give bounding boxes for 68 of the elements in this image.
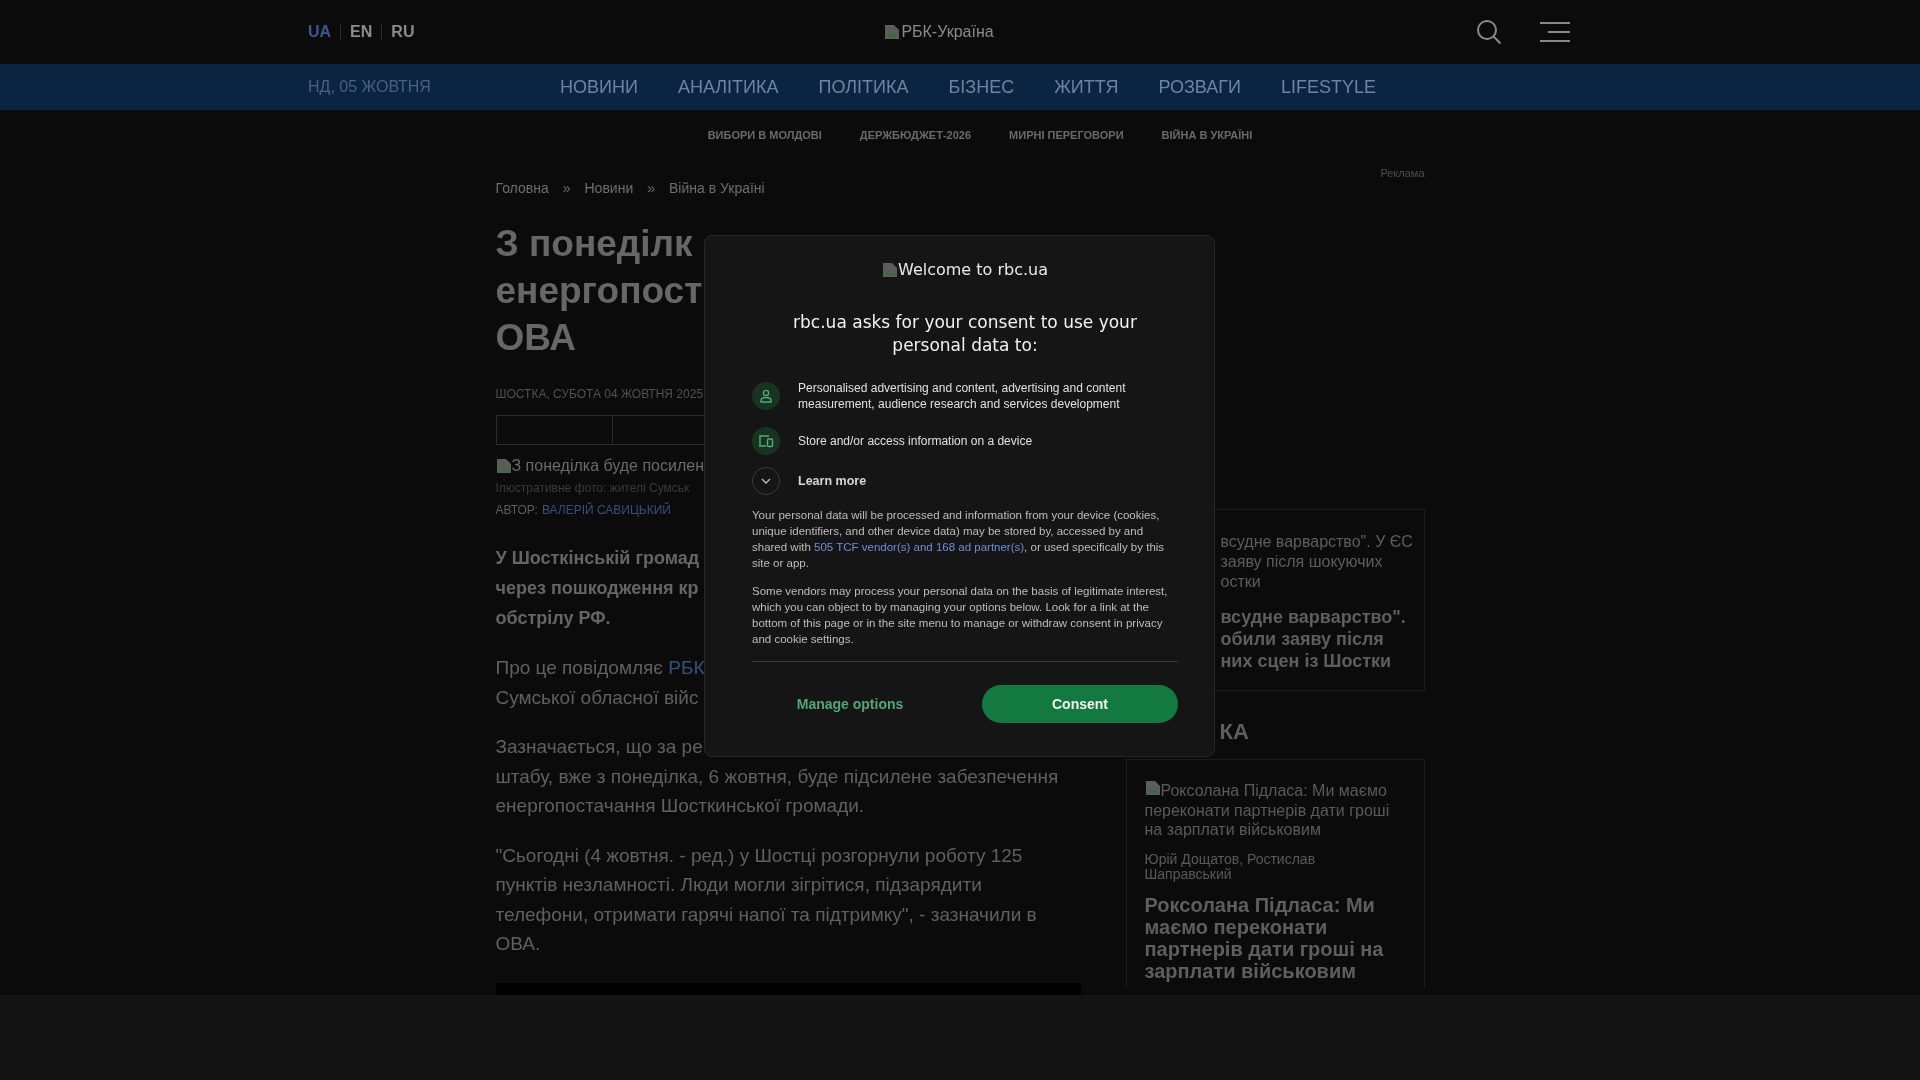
article-meta: ШОСТКА, СУБОТА 04 ЖОВТНЯ 2025 xyxy=(495,387,704,401)
person-icon xyxy=(752,382,780,410)
card-title: всудне варварство". xyxy=(1220,606,1407,628)
article-text: "Сьогодні (4 жовтня. - ред.) у Шостці розгорнули роботу 125 xyxy=(495,843,1023,868)
topic-tag[interactable]: МИРНІ ПЕРЕГОВОРИ xyxy=(1009,129,1124,141)
nav-link[interactable]: НОВИНИ xyxy=(560,76,638,98)
dialog-title: rbc.ua asks for your consent to use your personal data to: xyxy=(792,311,1138,357)
image-alt-text: Роксолана Підласа: Ми маємо переконати партнерів дати гроші на зарплати військовим xyxy=(1144,780,1391,840)
search-icon[interactable] xyxy=(1476,19,1502,45)
author-link[interactable]: ВАЛЕРІЙ САВИЦЬКИЙ xyxy=(541,503,671,517)
purpose-text: Personalised advertising and content, advertising and content measurement, audience research and services development xyxy=(798,380,1127,412)
topic-tag[interactable]: ВИБОРИ В МОЛДОВІ xyxy=(707,129,822,141)
article-lead: через пошкодження кр xyxy=(495,577,699,600)
nav-link[interactable]: ЖИТТЯ xyxy=(1054,76,1119,98)
breadcrumb-link[interactable]: Війна в Україні xyxy=(669,180,765,196)
article-lead: У Шосткінській громад xyxy=(495,547,700,570)
dialog-logo: Welcome to rbc.ua xyxy=(752,260,1178,279)
article-lead: обстрілу РФ. xyxy=(495,607,611,630)
topic-tag[interactable]: ВІЙНА В УКРАЇНІ xyxy=(1161,129,1253,141)
language-link[interactable]: RU xyxy=(381,23,424,41)
article-title: ОВА xyxy=(495,316,576,360)
article-text: пунктів незламності. Люди могли зігрітися, підзарядити xyxy=(495,873,982,897)
site-logo[interactable]: РБК-Україна xyxy=(884,23,994,41)
article-text: телефони, отримати гарячі напої та підтримку", - зазначили в xyxy=(495,902,1037,927)
image-alt-text: остки xyxy=(1220,572,1262,592)
menu-icon[interactable] xyxy=(1540,22,1570,42)
purpose-text: Store and/or access information on a device xyxy=(798,433,1033,449)
article-text: штабу, вже з понеділка, 6 жовтня, буде підсилене забезпечення xyxy=(495,764,1059,789)
section-heading: КА xyxy=(1219,719,1250,746)
nav-link[interactable]: АНАЛІТИКА xyxy=(677,76,779,98)
image-alt-text: заяву після шокуючих xyxy=(1220,552,1384,572)
article-text: енергопостачання Шосткинської громади. xyxy=(495,794,865,818)
breadcrumb-separator: » xyxy=(647,180,655,196)
article-text: Про це повідомляє РБК xyxy=(495,656,705,680)
card-title: обили заяву після xyxy=(1220,628,1385,650)
article-text: ОВА. xyxy=(495,932,541,956)
nav-link[interactable]: LIFESTYLE xyxy=(1281,76,1377,98)
topic-tag[interactable]: ДЕРЖБЮДЖЕТ-2026 xyxy=(859,129,972,141)
image-alt-text: всудне варварство". У ЄС xyxy=(1220,532,1414,552)
devices-icon xyxy=(752,427,780,455)
author-label: АВТОР: xyxy=(495,503,538,517)
breadcrumb-link[interactable]: Головна xyxy=(495,180,549,196)
nav-link[interactable]: ПОЛІТИКА xyxy=(818,76,909,98)
nav-link[interactable]: РОЗВАГИ xyxy=(1158,76,1241,98)
broken-image-icon xyxy=(1144,780,1161,796)
broken-image-icon xyxy=(884,24,901,40)
article-title: З понеділк xyxy=(495,222,693,266)
article-text: Зазначається, що за ре xyxy=(495,735,703,759)
current-date: НД, 05 ЖОВТНЯ xyxy=(308,78,432,96)
manage-options-button[interactable]: Manage options xyxy=(752,685,948,723)
breadcrumb-link[interactable]: Новини xyxy=(584,180,634,196)
card-authors: Юрій Дощатов, Ростислав Шаправський xyxy=(1144,851,1317,882)
learn-more-button[interactable]: Learn more xyxy=(752,467,1178,495)
image-alt-text: З понеділка буде посилен xyxy=(495,457,704,475)
article-title: енергопост xyxy=(495,269,703,313)
consent-button[interactable]: Consent xyxy=(982,685,1178,723)
breadcrumb-separator: » xyxy=(562,180,571,196)
broken-image-icon xyxy=(882,261,898,278)
language-link[interactable]: UA xyxy=(308,23,341,41)
language-link[interactable]: EN xyxy=(340,23,382,41)
nav-link[interactable]: БІЗНЕС xyxy=(948,76,1015,98)
card-title: них сцен із Шостки xyxy=(1220,650,1393,672)
news-card[interactable] xyxy=(1125,759,1425,988)
broken-image-icon xyxy=(495,458,512,474)
card-title: Роксолана Підласа: Ми маємо переконати партнерів дати гроші на зарплати військовим xyxy=(1144,893,1385,982)
article-text: Сумської обласної війс xyxy=(495,685,699,710)
ad-label: Реклама xyxy=(1379,167,1425,181)
text-link[interactable]: РБК xyxy=(668,657,705,678)
